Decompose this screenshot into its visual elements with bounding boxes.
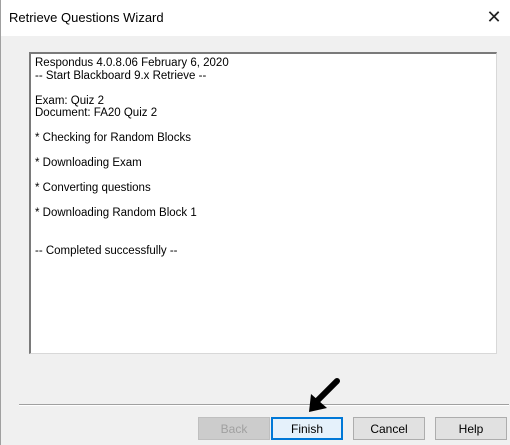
title-bar[interactable]: Retrieve Questions Wizard ✕ xyxy=(1,0,510,36)
separator-line xyxy=(19,404,509,406)
log-line: Document: FA20 Quiz 2 xyxy=(35,107,158,119)
finish-button[interactable]: Finish xyxy=(271,417,343,440)
log-line: * Downloading Exam xyxy=(35,157,142,169)
log-line: * Converting questions xyxy=(35,182,151,194)
log-line: -- Start Blackboard 9.x Retrieve -- xyxy=(35,69,207,82)
retrieve-log-textbox[interactable]: Respondus 4.0.8.06 February 6, 2020 -- St… xyxy=(29,52,497,354)
log-line: -- Completed successfully -- xyxy=(35,244,178,257)
arrow-pointer-icon xyxy=(309,378,340,412)
back-button[interactable]: Back xyxy=(198,417,270,440)
cancel-button[interactable]: Cancel xyxy=(353,417,425,440)
window-title: Retrieve Questions Wizard xyxy=(9,10,164,25)
close-icon[interactable]: ✕ xyxy=(481,4,507,30)
wizard-window: Retrieve Questions Wizard ✕ Respondus 4.… xyxy=(0,0,510,445)
help-button[interactable]: Help xyxy=(435,417,507,440)
log-line: * Checking for Random Blocks xyxy=(35,132,191,144)
log-line: * Downloading Random Block 1 xyxy=(35,207,197,219)
log-line: Respondus 4.0.8.06 February 6, 2020 xyxy=(35,57,229,69)
log-line: Exam: Quiz 2 xyxy=(35,94,105,107)
